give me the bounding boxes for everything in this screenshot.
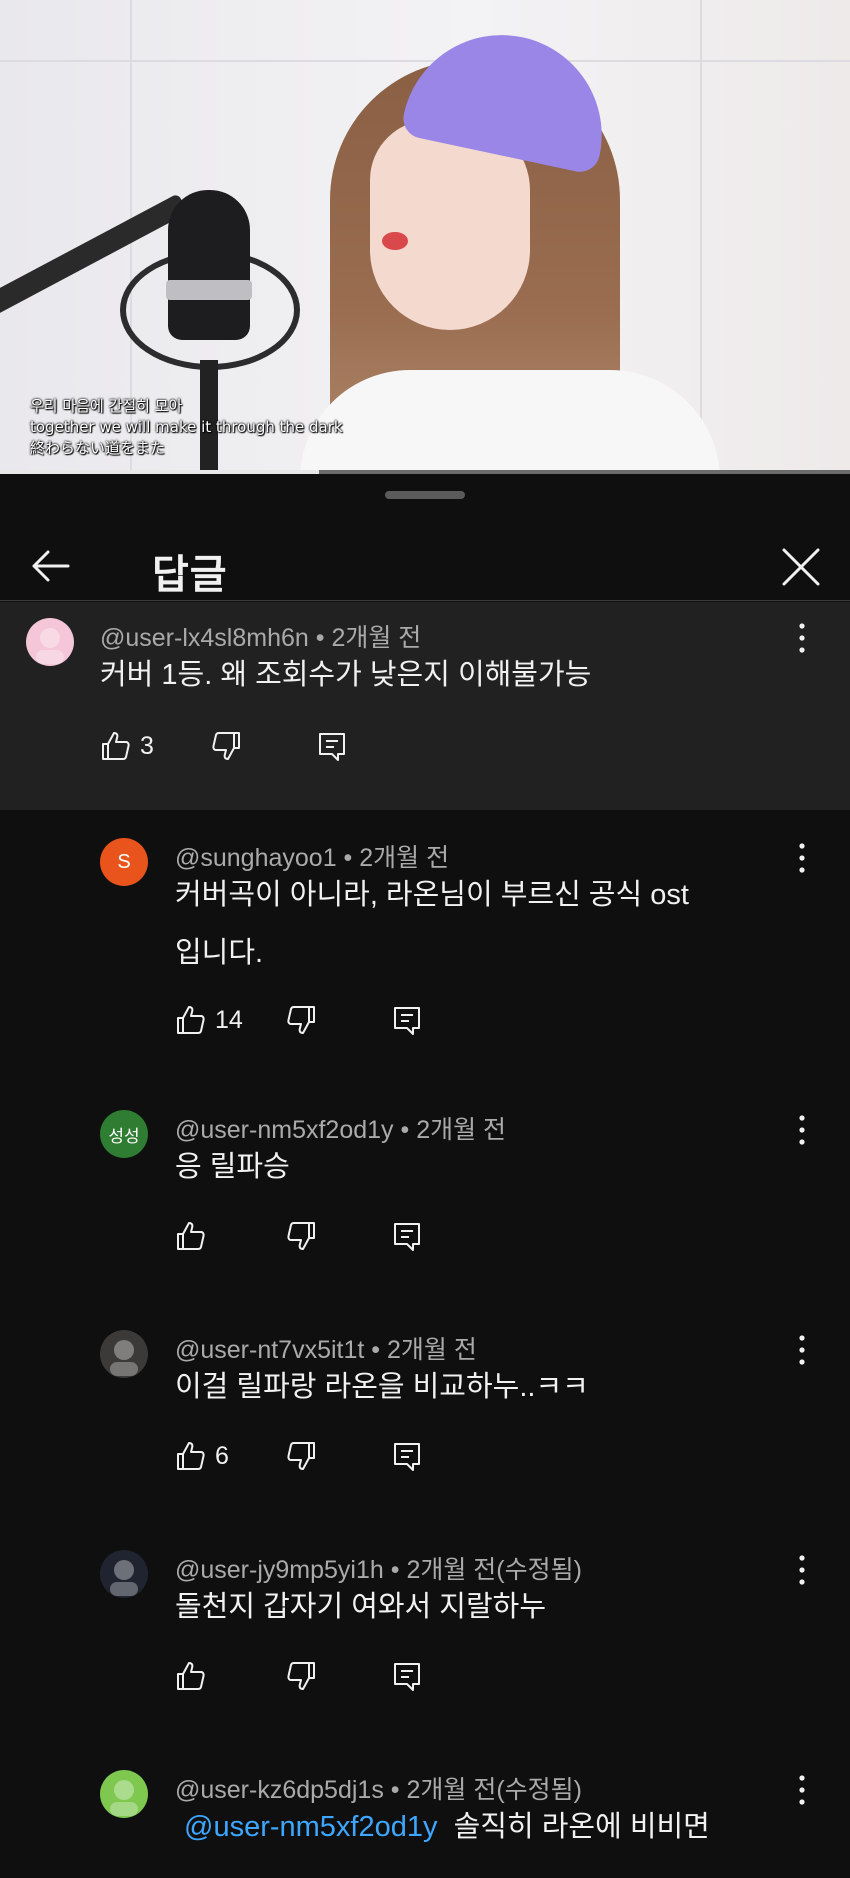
- mic-band: [166, 280, 252, 300]
- more-options-button[interactable]: [790, 1330, 814, 1370]
- reply-button[interactable]: [391, 1220, 423, 1252]
- thumb-up-icon: [177, 1442, 205, 1470]
- thumb-up-icon: [177, 1006, 205, 1034]
- more-vert-icon: [799, 1115, 805, 1145]
- dislike-button[interactable]: [285, 1004, 391, 1036]
- comment-reply-icon: [394, 1223, 420, 1251]
- like-button[interactable]: 6: [175, 1440, 285, 1472]
- comment-text: 커버 1등. 왜 조회수가 낮은지 이해불가능: [100, 659, 592, 691]
- replies-sheet: 답글 @user-lx4sl8mh6n • 2개월 전 커버 1등. 왜 조회수…: [0, 474, 850, 1878]
- more-options-button[interactable]: [790, 618, 814, 658]
- subtitle-line: 終わらない道をまた: [30, 439, 166, 457]
- more-vert-icon: [799, 1335, 805, 1365]
- singer-shirt: [300, 370, 720, 474]
- subtitle-line: together we will make it through the dar…: [30, 418, 343, 436]
- page-title: 답글: [152, 553, 228, 597]
- thumb-down-icon: [287, 1222, 315, 1250]
- comment-time: 2개월 전: [416, 1116, 507, 1144]
- avatar-initials: 성성: [108, 1126, 140, 1146]
- thumb-up-icon: [177, 1662, 205, 1690]
- comment-reply-icon: [394, 1663, 420, 1691]
- reply-comment: @user-jy9mp5yi1h • 2개월 전(수정됨) 돌천지 갑자기 여와…: [0, 1526, 850, 1746]
- like-button[interactable]: 3: [100, 730, 210, 762]
- reply-button[interactable]: [391, 1004, 423, 1036]
- more-options-button[interactable]: [790, 838, 814, 878]
- comment-text: 응 릴파승: [175, 1151, 290, 1183]
- thumb-down-icon: [212, 732, 240, 760]
- like-button[interactable]: 14: [175, 1004, 285, 1036]
- like-button[interactable]: [175, 1220, 285, 1252]
- subtitle-line: 우리 마음에 간절히 모아: [30, 397, 183, 415]
- avatar[interactable]: S: [100, 838, 148, 886]
- thumb-up-icon: [102, 732, 130, 760]
- dislike-button[interactable]: [285, 1440, 391, 1472]
- comment-actions: [175, 1216, 423, 1256]
- avatar[interactable]: [100, 1550, 148, 1598]
- avatar[interactable]: [100, 1330, 148, 1378]
- thumb-down-icon: [287, 1442, 315, 1470]
- comment-text: 이걸 릴파랑 라온을 비교하누..ㅋㅋ: [175, 1371, 589, 1403]
- avatar-image: [110, 1560, 138, 1596]
- singer-lips: [382, 232, 408, 250]
- like-button[interactable]: [175, 1660, 285, 1692]
- video-player[interactable]: 우리 마음에 간절히 모아 together we will make it t…: [0, 0, 850, 474]
- comment-actions: 14: [175, 1000, 423, 1040]
- reply-button[interactable]: [391, 1660, 423, 1692]
- reply-comment: S @sunghayoo1 • 2개월 전 커버곡이 아니라, 라온님이 부르신…: [0, 810, 850, 1086]
- dislike-button[interactable]: [210, 730, 316, 762]
- comment-reply-icon: [394, 1007, 420, 1035]
- more-options-button[interactable]: [790, 1770, 814, 1810]
- comment-actions: 6: [175, 1436, 423, 1476]
- thumb-down-icon: [287, 1662, 315, 1690]
- wall-tile-line: [0, 60, 850, 62]
- comment-actions: [175, 1656, 423, 1696]
- comment-reply-icon: [394, 1443, 420, 1471]
- dislike-button[interactable]: [285, 1660, 391, 1692]
- arrow-left-icon: [32, 550, 70, 582]
- avatar-image: [36, 628, 64, 664]
- reply-comment: @user-nt7vx5it1t • 2개월 전 이걸 릴파랑 라온을 비교하누…: [0, 1306, 850, 1526]
- avatar-initials: S: [117, 850, 131, 873]
- thumb-up-icon: [177, 1222, 205, 1250]
- avatar-image: [110, 1780, 138, 1816]
- comment-reply-icon: [319, 733, 345, 761]
- reply-button[interactable]: [391, 1440, 423, 1472]
- like-count: 3: [140, 731, 154, 760]
- wall-tile-line: [700, 0, 702, 474]
- like-count: 14: [215, 1005, 243, 1034]
- reply-comment: 성성 @user-nm5xf2od1y • 2개월 전 응 릴파승: [0, 1086, 850, 1306]
- microphone: [168, 190, 250, 340]
- avatar[interactable]: [26, 618, 74, 666]
- thumb-down-icon: [287, 1006, 315, 1034]
- comment-text: 커버곡이 아니라, 라온님이 부르신 공식 ost 입니다.: [175, 879, 689, 969]
- more-vert-icon: [799, 623, 805, 653]
- video-subtitles: 우리 마음에 간절히 모아 together we will make it t…: [30, 396, 343, 459]
- parent-comment: @user-lx4sl8mh6n • 2개월 전 커버 1등. 왜 조회수가 낮…: [0, 602, 850, 810]
- avatar[interactable]: [100, 1770, 148, 1818]
- dislike-button[interactable]: [285, 1220, 391, 1252]
- comment-text: 돌천지 갑자기 여와서 지랄하누: [175, 1591, 547, 1623]
- like-count: 6: [215, 1441, 229, 1470]
- reply-comment: @user-kz6dp5dj1s • 2개월 전(수정됨) @user-nm5x…: [0, 1746, 850, 1878]
- reply-button[interactable]: [316, 730, 348, 762]
- comment-text: @user-nm5xf2od1y 솔직히 라온에 비비면: [184, 1811, 710, 1843]
- close-button[interactable]: [778, 544, 824, 590]
- mention-link[interactable]: @user-nm5xf2od1y: [184, 1811, 438, 1843]
- drag-handle[interactable]: [385, 491, 465, 499]
- more-vert-icon: [799, 843, 805, 873]
- more-vert-icon: [799, 1555, 805, 1585]
- back-button[interactable]: [28, 544, 72, 588]
- replies-header: 답글: [0, 534, 850, 600]
- comment-actions: 3: [100, 726, 348, 766]
- avatar-image: [110, 1340, 138, 1376]
- more-vert-icon: [799, 1775, 805, 1805]
- header-divider: [0, 600, 850, 601]
- more-options-button[interactable]: [790, 1550, 814, 1590]
- close-icon: [782, 548, 820, 586]
- avatar[interactable]: 성성: [100, 1110, 148, 1158]
- more-options-button[interactable]: [790, 1110, 814, 1150]
